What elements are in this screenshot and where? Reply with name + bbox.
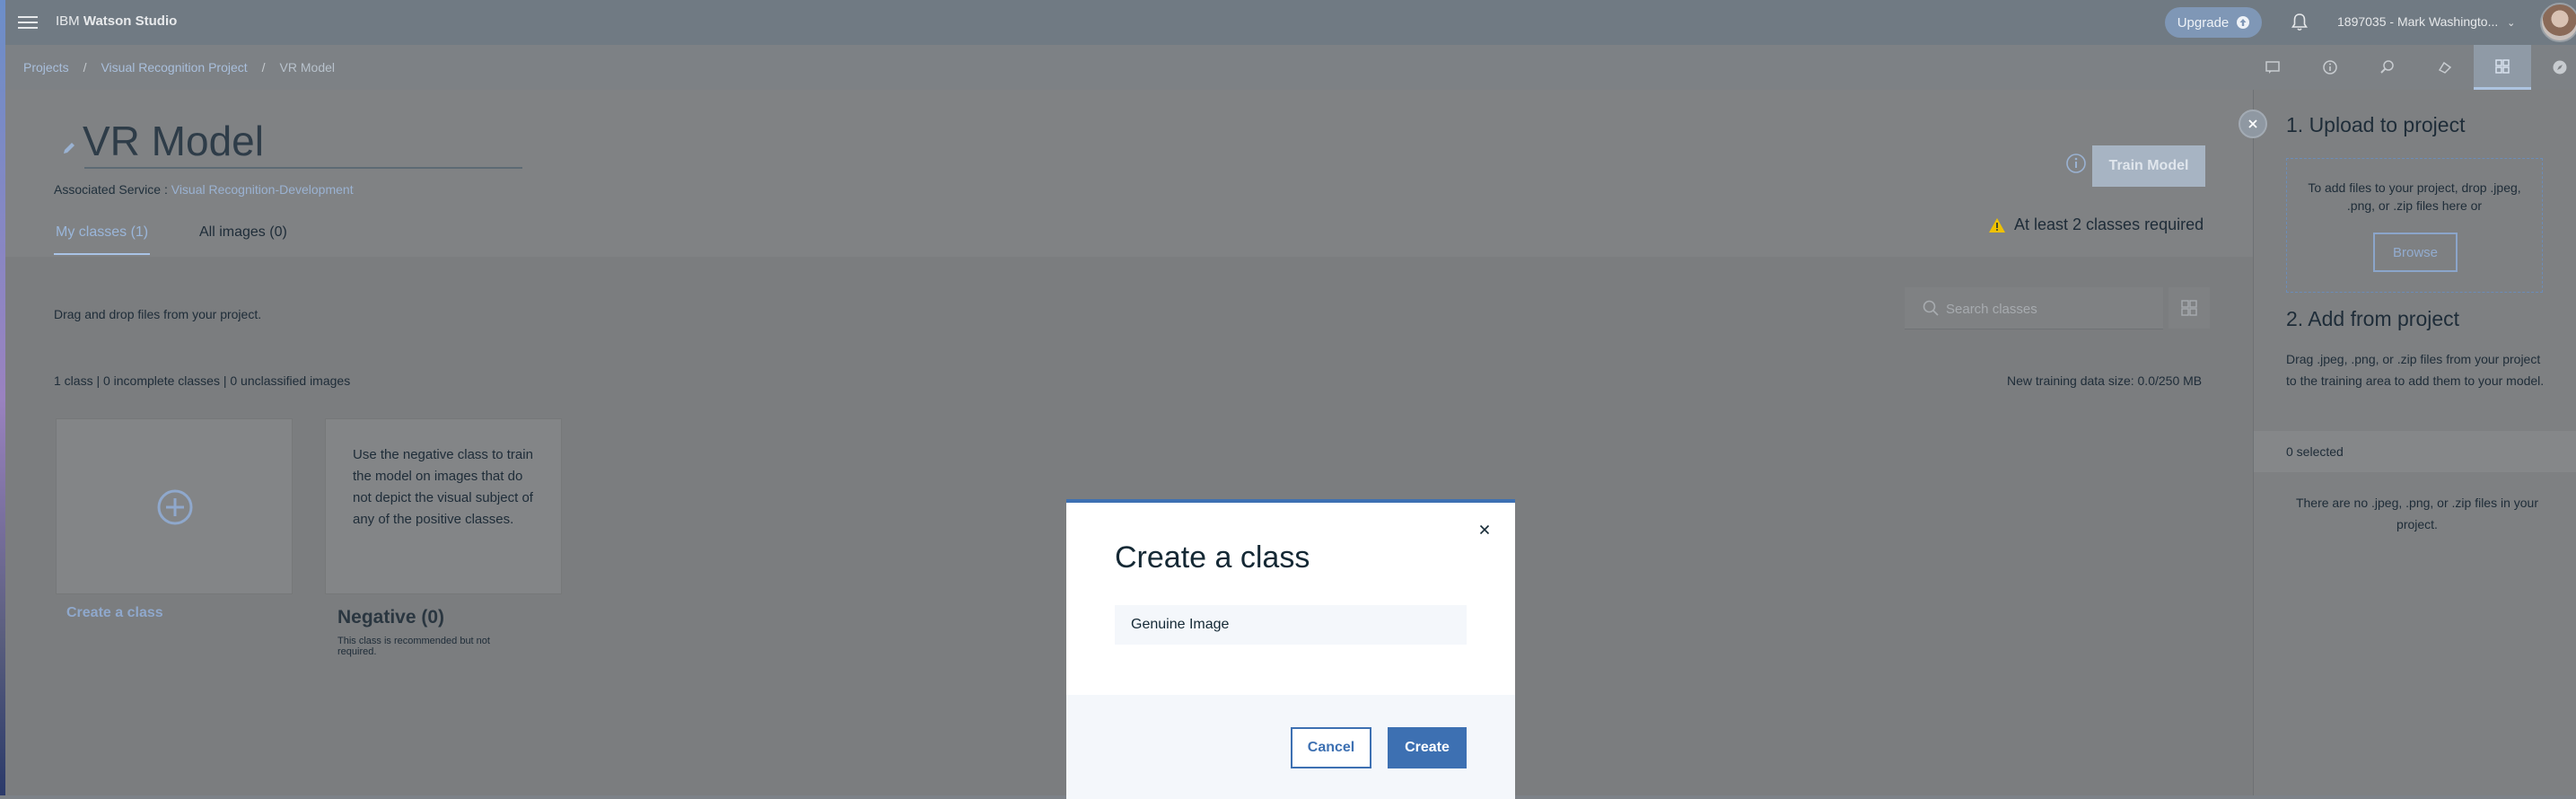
class-counts: 1 class | 0 incomplete classes | 0 uncla… — [54, 373, 351, 388]
modal-footer: Cancel Create — [1066, 695, 1515, 799]
breadcrumb-current: VR Model — [279, 60, 335, 75]
create-button[interactable]: Create — [1388, 727, 1467, 768]
close-icon — [2248, 119, 2257, 128]
train-model-button[interactable]: Train Model — [2092, 145, 2205, 187]
breadcrumb-projects[interactable]: Projects — [23, 60, 69, 75]
close-panel-button[interactable] — [2239, 110, 2267, 138]
search-input[interactable] — [1944, 287, 2145, 330]
browse-button[interactable]: Browse — [2373, 233, 2458, 272]
brand-logo[interactable]: IBM Watson Studio — [56, 13, 177, 29]
class-requirement-warning: At least 2 classes required — [1989, 215, 2204, 234]
avatar[interactable] — [2540, 3, 2576, 42]
cluster-icon[interactable] — [2416, 45, 2474, 90]
warning-text: At least 2 classes required — [2014, 215, 2204, 233]
brand-name: Watson Studio — [83, 13, 178, 29]
data-panel: 1. Upload to project To add files to you… — [2253, 90, 2576, 795]
grid-icon[interactable] — [2474, 45, 2531, 90]
comment-icon[interactable] — [2244, 45, 2301, 90]
info-circle-icon[interactable] — [2065, 153, 2087, 174]
toolbar-icons — [2244, 45, 2576, 90]
upload-dropzone[interactable]: To add files to your project, drop .jpeg… — [2286, 158, 2543, 293]
empty-state-text: There are no .jpeg, .png, or .zip files … — [2295, 496, 2539, 531]
class-name-input[interactable] — [1115, 605, 1467, 645]
breadcrumb-project[interactable]: Visual Recognition Project — [101, 60, 247, 75]
associated-service-label: Associated Service : — [54, 182, 168, 197]
associated-service-link[interactable]: Visual Recognition-Development — [171, 182, 354, 197]
modal-title: Create a class — [1115, 540, 1310, 575]
search-icon[interactable] — [2359, 45, 2416, 90]
page-title[interactable]: VR Model — [83, 117, 264, 165]
create-class-card[interactable] — [56, 418, 293, 594]
training-data-size: New training data size: 0.0/250 MB — [2007, 373, 2203, 388]
top-header: IBM Watson Studio Upgrade 1897035 - Mark… — [5, 0, 2576, 45]
negative-class-description: Use the negative class to train the mode… — [353, 447, 533, 527]
info-icon[interactable] — [2301, 45, 2359, 90]
breadcrumb-separator: / — [261, 60, 266, 75]
account-switcher[interactable]: 1897035 - Mark Washingto... ⌄ — [2337, 14, 2515, 29]
arrow-up-icon — [2237, 16, 2250, 29]
breadcrumb: Projects / Visual Recognition Project / VR M… — [23, 60, 335, 75]
grid-view-toggle[interactable] — [2169, 287, 2210, 329]
upgrade-button[interactable]: Upgrade — [2165, 7, 2262, 38]
grid-view-icon — [2181, 300, 2197, 316]
edit-pencil-icon[interactable] — [61, 140, 77, 156]
brand-prefix: IBM — [56, 13, 80, 29]
hamburger-menu-icon[interactable] — [18, 13, 38, 31]
notification-bell-icon[interactable] — [2289, 12, 2310, 33]
negative-class-title: Negative (0) — [337, 607, 445, 628]
add-circle-icon — [157, 489, 193, 525]
create-class-modal: Create a class Cancel Create — [1066, 499, 1515, 799]
breadcrumb-bar: Projects / Visual Recognition Project / VR M… — [5, 45, 2576, 90]
search-icon — [1923, 300, 1939, 316]
add-from-project-text: Drag .jpeg, .png, or .zip files from you… — [2286, 352, 2545, 388]
dropzone-text: To add files to your project, drop .jpeg… — [2308, 180, 2521, 213]
chevron-down-icon: ⌄ — [2507, 18, 2516, 29]
close-icon[interactable] — [1479, 524, 1490, 535]
drag-drop-hint: Drag and drop files from your project. — [54, 307, 262, 321]
search-classes — [1905, 287, 2163, 330]
selected-count: 0 selected — [2286, 444, 2344, 459]
associated-service: Associated Service : Visual Recognition-… — [54, 182, 354, 197]
add-from-project-title: 2. Add from project — [2286, 307, 2460, 330]
compass-icon[interactable] — [2531, 45, 2576, 90]
negative-class-card[interactable]: Use the negative class to train the mode… — [325, 418, 562, 594]
breadcrumb-separator: / — [83, 60, 87, 75]
cancel-button[interactable]: Cancel — [1291, 727, 1371, 768]
tab-my-classes[interactable]: My classes (1) — [53, 224, 151, 255]
upload-title: 1. Upload to project — [2286, 113, 2466, 136]
account-label: 1897035 - Mark Washingto... — [2337, 14, 2499, 29]
tab-all-images[interactable]: All images (0) — [199, 224, 287, 241]
title-underline — [84, 167, 522, 169]
upgrade-label: Upgrade — [2177, 14, 2230, 31]
selection-bar: 0 selected — [2254, 431, 2576, 472]
model-header: VR Model Associated Service : Visual Rec… — [5, 90, 2253, 257]
negative-class-note: This class is recommended but not requir… — [337, 636, 490, 657]
warning-icon — [1989, 217, 2005, 233]
create-class-link[interactable]: Create a class — [66, 605, 163, 621]
